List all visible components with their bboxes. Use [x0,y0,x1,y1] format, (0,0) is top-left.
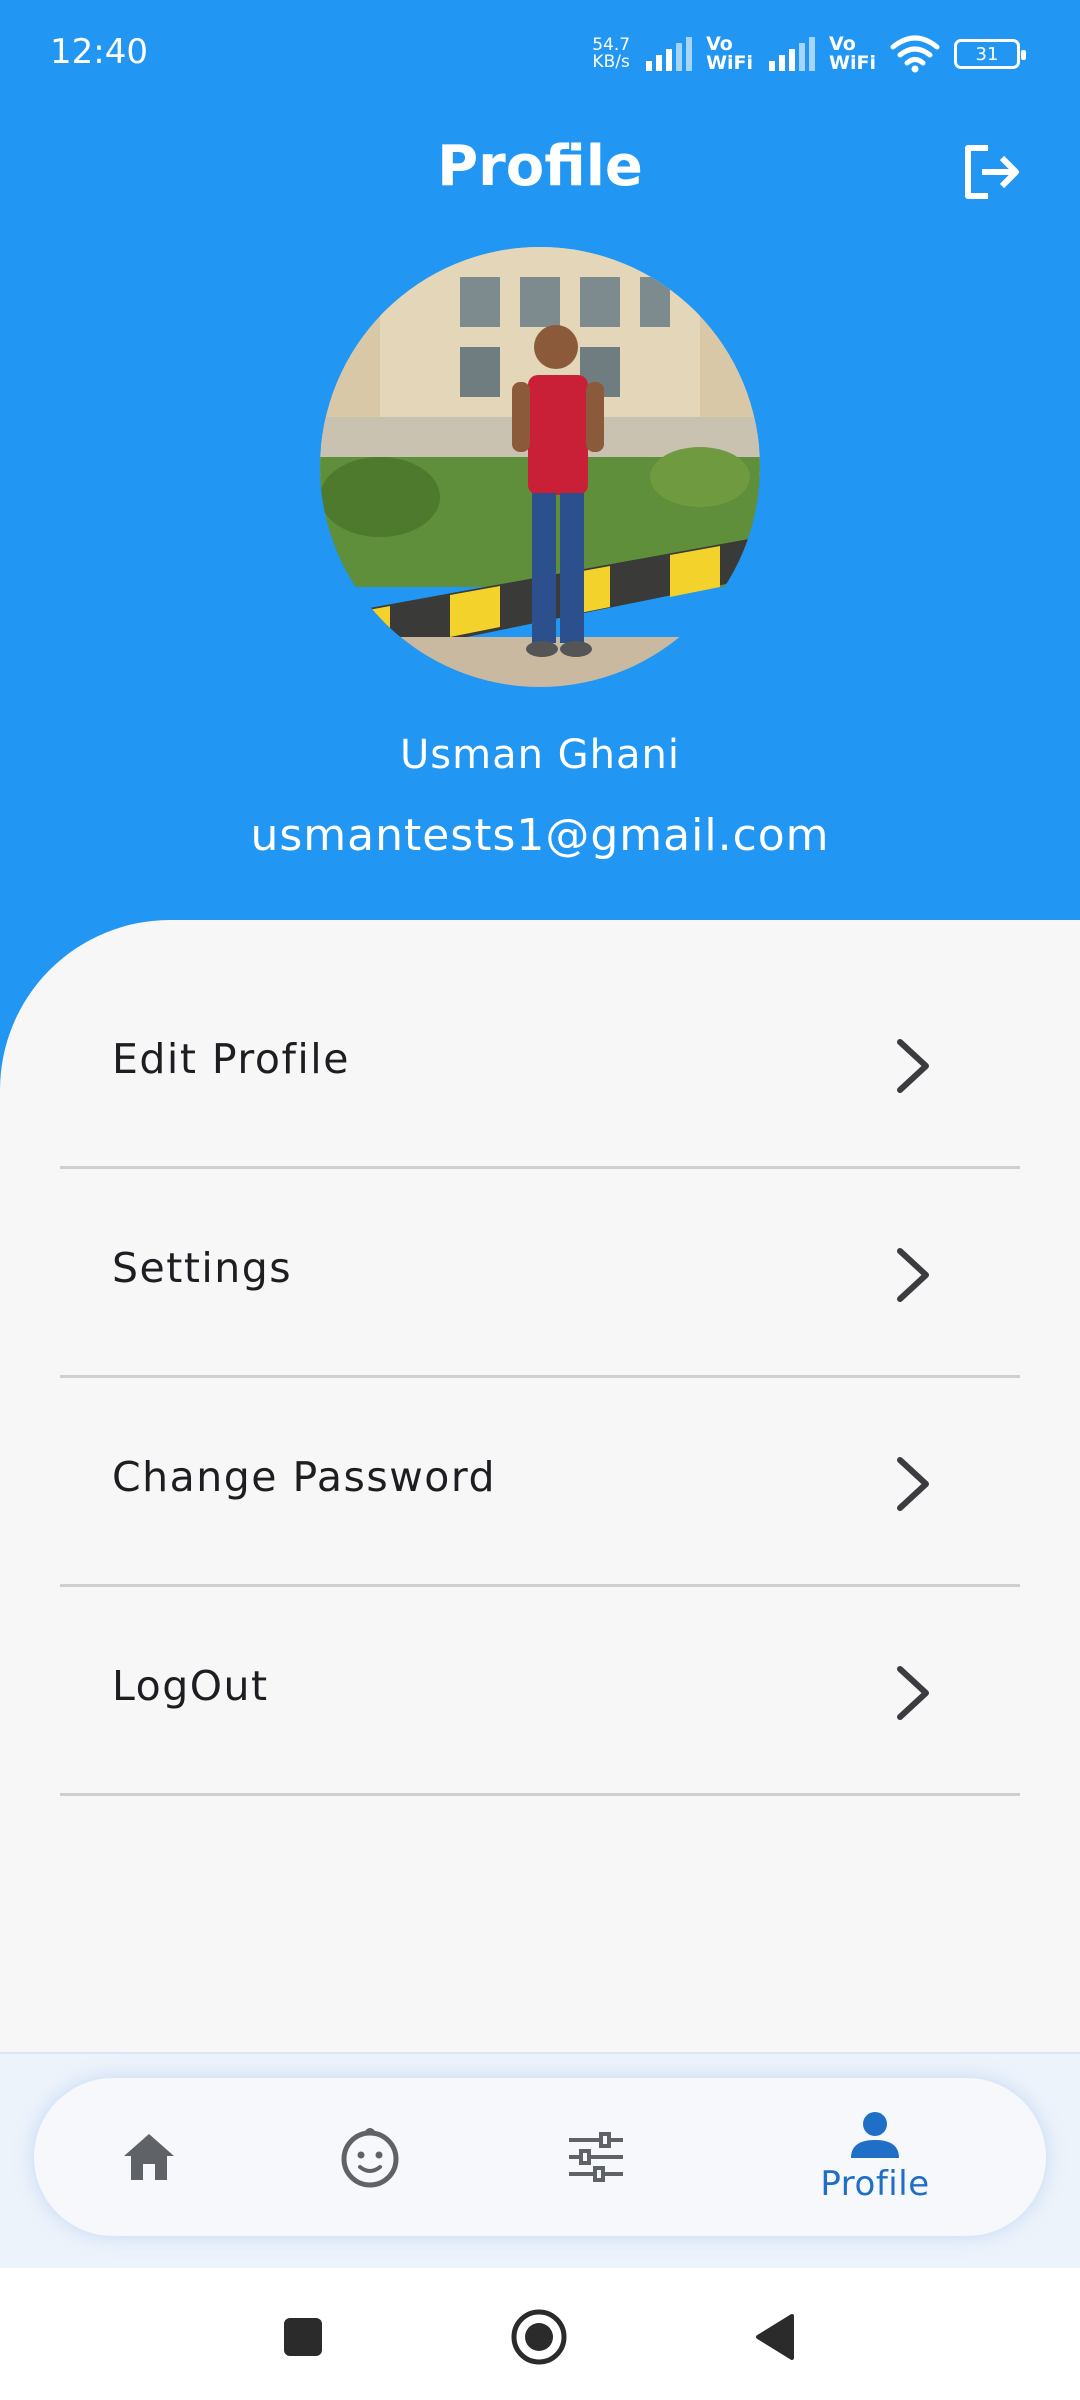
baby-face-icon [341,2128,399,2188]
square-icon [284,2318,322,2356]
menu-list: Edit Profile Settings Change Password Lo… [60,960,1020,1796]
status-icons: 54.7 KB/s Vo WiFi Vo WiFi 31 [592,30,1026,78]
sliders-icon [569,2132,623,2182]
network-speed: 54.7 KB/s [592,35,631,72]
menu-item-edit-profile[interactable]: Edit Profile [60,960,1020,1169]
logout-icon[interactable] [958,140,1022,204]
home-icon [124,2134,174,2180]
nav-item-profile[interactable]: Profile [795,2078,955,2236]
page-title: Profile [437,134,643,199]
recents-button[interactable] [282,2316,324,2362]
menu-item-label: LogOut [112,1662,269,1710]
person-icon [851,2112,899,2158]
vowifi-indicator: Vo WiFi [706,33,754,74]
chevron-right-icon [897,1248,929,1302]
signal-icon [646,37,693,71]
nav-item-filters[interactable] [536,2078,656,2236]
vowifi-indicator-2: Vo WiFi [829,33,876,74]
menu-item-settings[interactable]: Settings [60,1169,1020,1378]
menu-item-label: Change Password [112,1453,497,1501]
menu-item-logout[interactable]: LogOut [60,1587,1020,1796]
status-bar: 12:40 54.7 KB/s Vo WiFi Vo WiFi 31 [0,0,1080,110]
back-button[interactable] [752,2312,796,2366]
back-triangle-icon [756,2314,794,2360]
bottom-nav: Profile [34,2078,1046,2236]
chevron-right-icon [897,1457,929,1511]
menu-item-change-password[interactable]: Change Password [60,1378,1020,1587]
chevron-right-icon [897,1666,929,1720]
system-nav-bar [0,2268,1080,2400]
nav-label-profile: Profile [820,2164,930,2204]
menu-item-label: Edit Profile [112,1035,350,1083]
wifi-icon [890,35,940,73]
user-name: Usman Ghani [400,732,680,778]
home-button[interactable] [510,2308,568,2370]
nav-item-baby[interactable] [310,2078,430,2236]
chevron-right-icon [897,1039,929,1093]
signal-icon-2 [769,37,816,71]
nav-item-home[interactable] [89,2078,209,2236]
avatar[interactable] [320,247,760,687]
status-time: 12:40 [50,32,148,72]
battery-indicator: 31 [954,39,1026,69]
circle-icon [511,2309,567,2365]
user-email: usmantests1@gmail.com [250,810,830,861]
menu-item-label: Settings [112,1244,293,1292]
